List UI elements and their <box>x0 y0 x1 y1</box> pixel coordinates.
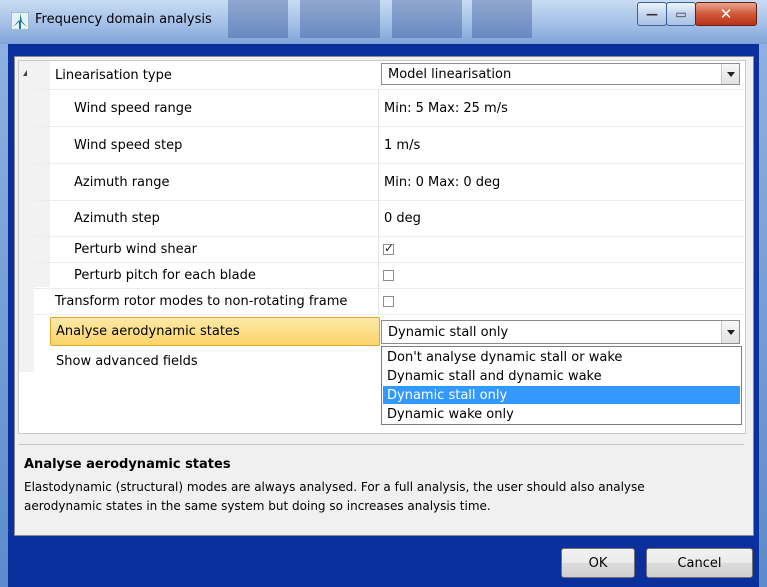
row-label: Transform rotor modes to non-rotating fr… <box>55 294 348 309</box>
transform-rotor-checkbox[interactable] <box>383 296 394 307</box>
title-bar-background <box>228 0 288 38</box>
row-divider <box>34 314 744 315</box>
azimuth-range-value[interactable]: Min: 0 Max: 0 deg <box>384 164 500 200</box>
ok-button[interactable]: OK <box>561 548 635 578</box>
row-label: Azimuth step <box>74 211 160 226</box>
row-label: Perturb pitch for each blade <box>74 268 256 283</box>
window-title: Frequency domain analysis <box>35 12 212 27</box>
minimize-icon: — <box>646 7 658 21</box>
column-divider <box>378 237 379 262</box>
description-panel: Analyse aerodynamic states Elastodynamic… <box>18 444 744 528</box>
dropdown-option[interactable]: Dynamic wake only <box>383 405 740 423</box>
column-divider <box>378 90 379 126</box>
row-wind-speed-range[interactable]: Wind speed range Min: 5 Max: 25 m/s <box>34 90 744 126</box>
row-label: Azimuth range <box>74 174 170 190</box>
wind-speed-step-value[interactable]: 1 m/s <box>384 127 420 163</box>
maximize-icon: ▭ <box>675 7 687 21</box>
column-divider <box>378 127 379 163</box>
description-body: Elastodynamic (structural) modes are alw… <box>24 480 645 513</box>
close-button[interactable]: ✕ <box>695 2 757 26</box>
maximize-button[interactable]: ▭ <box>666 2 696 26</box>
column-divider <box>378 201 379 236</box>
chevron-down-icon[interactable] <box>721 64 739 84</box>
cancel-button[interactable]: Cancel <box>646 548 753 578</box>
dropdown-option[interactable]: Don't analyse dynamic stall or wake <box>383 348 740 366</box>
title-bar-background <box>300 0 380 38</box>
row-label: Analyse aerodynamic states <box>56 323 240 339</box>
row-wind-speed-step[interactable]: Wind speed step 1 m/s <box>34 127 744 163</box>
row-label: Wind speed step <box>74 137 183 153</box>
row-label: Linearisation type <box>55 67 172 83</box>
aero-states-options[interactable]: Don't analyse dynamic stall or wake Dyna… <box>381 346 742 425</box>
azimuth-step-value[interactable]: 0 deg <box>384 201 421 236</box>
chevron-down-icon[interactable] <box>721 321 739 343</box>
bladed-app-icon <box>11 12 29 30</box>
row-label: Wind speed range <box>74 100 193 116</box>
dropdown-value: Model linearisation <box>388 66 512 82</box>
title-bar-background <box>392 0 462 38</box>
row-azimuth-step[interactable]: Azimuth step 0 deg <box>34 201 744 236</box>
dropdown-value: Dynamic stall only <box>388 324 509 340</box>
perturb-wind-shear-checkbox[interactable]: ✓ <box>383 241 395 255</box>
column-divider <box>378 263 379 288</box>
row-label: Perturb wind shear <box>74 242 197 257</box>
dropdown-option-highlighted[interactable]: Dynamic stall only <box>383 386 740 404</box>
collapse-triangle-icon[interactable] <box>23 70 27 76</box>
close-icon: ✕ <box>719 5 733 23</box>
row-azimuth-range[interactable]: Azimuth range Min: 0 Max: 0 deg <box>34 164 744 200</box>
linearisation-type-dropdown[interactable]: Model linearisation <box>381 63 740 85</box>
column-divider <box>378 289 379 314</box>
title-bar-background <box>472 0 532 38</box>
perturb-pitch-checkbox[interactable] <box>383 270 394 281</box>
row-label: Show advanced fields <box>56 353 198 369</box>
dropdown-option[interactable]: Dynamic stall and dynamic wake <box>383 367 740 385</box>
aero-states-dropdown[interactable]: Dynamic stall only <box>381 320 740 344</box>
description-title: Analyse aerodynamic states <box>24 457 231 472</box>
minimize-button[interactable]: — <box>637 2 667 26</box>
checkmark-icon: ✓ <box>384 241 395 255</box>
column-divider <box>378 164 379 200</box>
wind-speed-range-value[interactable]: Min: 5 Max: 25 m/s <box>384 90 508 126</box>
